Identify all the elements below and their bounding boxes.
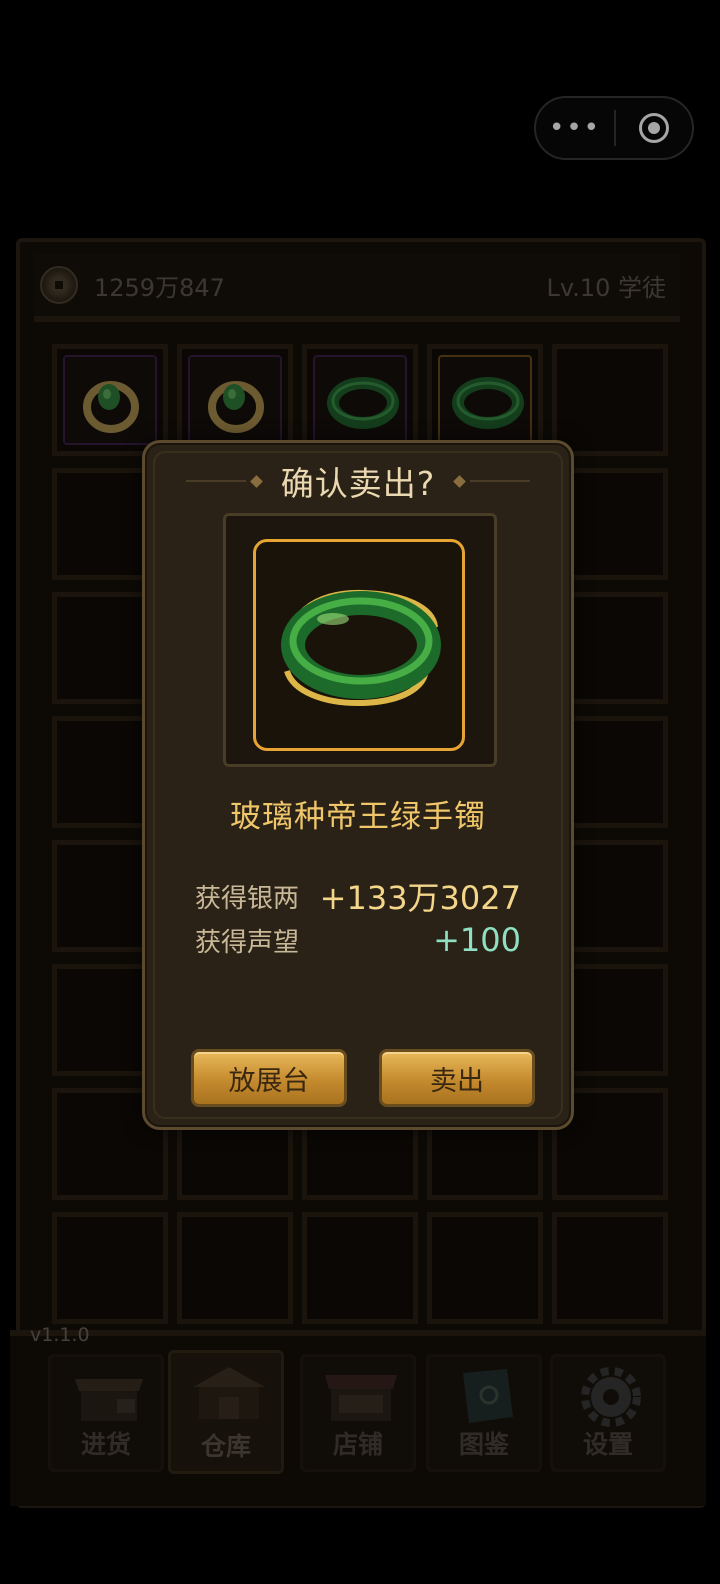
nav-label: 仓库 (200, 1432, 251, 1461)
silver-reward-label: 获得银两 (195, 883, 300, 914)
inventory-slot[interactable] (302, 1212, 418, 1324)
jade-bangle-icon (281, 589, 441, 707)
sell-confirm-dialog: 确认卖出? 玻璃种帝王绿手镯 获得银两 +133万3027 获得声望 +100 … (142, 440, 574, 1130)
nav-catalog[interactable]: 图鉴 (426, 1354, 542, 1472)
sell-button[interactable]: 卖出 (379, 1049, 535, 1107)
version-label: v1.1.0 (30, 1324, 90, 1346)
nav-shop[interactable]: 店铺 (300, 1354, 416, 1472)
nav-label: 图鉴 (458, 1430, 509, 1459)
nav-label: 店铺 (332, 1430, 383, 1459)
title-ornament-right (449, 474, 531, 488)
inventory-slot[interactable] (52, 1212, 168, 1324)
coin-icon (40, 266, 78, 304)
ring-icon (83, 381, 139, 433)
nav-restock[interactable]: 进货 (48, 1354, 164, 1472)
fame-reward-value: +100 (433, 921, 521, 959)
miniprogram-capsule: ••• (534, 96, 694, 160)
game-screen: ••• 1259万847 Lv.10 学徒 v1.1.0 进货 仓库 店铺 图鉴… (0, 0, 720, 1584)
item-name: 玻璃种帝王绿手镯 (230, 799, 486, 835)
dialog-title: 确认卖出? (280, 464, 436, 503)
sell-label: 卖出 (430, 1065, 484, 1097)
display-stand-label: 放展台 (228, 1065, 310, 1097)
silver-reward-row: 获得银两 +133万3027 (195, 873, 521, 919)
inventory-slot[interactable] (52, 344, 168, 456)
target-close-icon (639, 113, 669, 143)
title-ornament-left (185, 474, 267, 488)
status-bar: 1259万847 Lv.10 学徒 (34, 254, 680, 322)
more-icon: ••• (548, 113, 601, 143)
inventory-slot[interactable] (552, 344, 668, 456)
display-stand-button[interactable]: 放展台 (191, 1049, 347, 1107)
warehouse-icon (193, 1367, 265, 1419)
stall-icon (75, 1379, 143, 1421)
fame-reward-row: 获得声望 +100 (195, 921, 521, 959)
close-miniprogram-button[interactable] (616, 98, 692, 158)
more-menu-button[interactable]: ••• (536, 98, 614, 158)
ring-icon (208, 381, 264, 433)
inventory-slot[interactable] (427, 1212, 543, 1324)
bangle-icon (327, 377, 399, 429)
inventory-slot[interactable] (177, 1212, 293, 1324)
fame-reward-label: 获得声望 (195, 927, 300, 958)
silver-reward-value: +133万3027 (319, 879, 521, 917)
nav-settings[interactable]: 设置 (550, 1354, 666, 1472)
gear-icon (581, 1367, 641, 1427)
nav-label: 进货 (80, 1430, 131, 1459)
inventory-slot[interactable] (552, 1212, 668, 1324)
nav-label: 设置 (582, 1430, 633, 1459)
nav-warehouse[interactable]: 仓库 (168, 1350, 284, 1474)
bangle-icon (452, 377, 524, 429)
shop-icon (325, 1375, 397, 1421)
book-icon (463, 1369, 513, 1423)
player-level: Lv.10 学徒 (546, 273, 666, 302)
silver-amount: 1259万847 (94, 273, 225, 302)
dialog-header: 确认卖出? (145, 457, 571, 505)
